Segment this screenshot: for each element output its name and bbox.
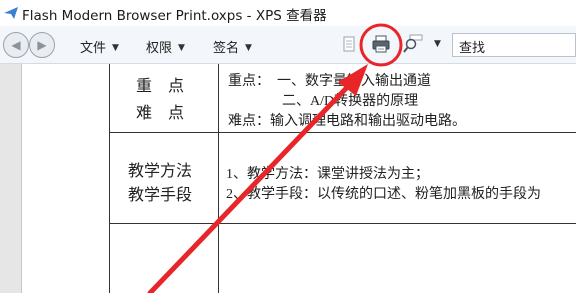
difficult-points-line: 难点：输入调理电路和输出驱动电路。 xyxy=(228,114,466,129)
menu-permissions[interactable]: 权限 ▼ xyxy=(146,37,185,56)
menu-signature-label: 签名 xyxy=(213,41,240,56)
title-bar: Flash Modern Browser Print.oxps - XPS 查看… xyxy=(0,0,576,26)
back-icon: ◀ xyxy=(11,38,21,52)
label-teaching-means: 教学手段 xyxy=(128,187,193,204)
toolbar: ◀ ▶ 文件 ▼ 权限 ▼ 签名 ▼ ▼ 查找 xyxy=(0,26,576,64)
label-difficult-points: 难 点 xyxy=(136,105,185,122)
label-teaching-method: 教学方法 xyxy=(128,163,193,180)
chevron-down-icon: ▼ xyxy=(112,43,119,53)
chevron-down-icon: ▼ xyxy=(178,43,185,53)
label-key-points: 重 点 xyxy=(136,78,185,95)
menu-permissions-label: 权限 xyxy=(146,41,173,56)
menu-file-label: 文件 xyxy=(80,41,107,56)
back-button[interactable]: ◀ xyxy=(3,32,29,58)
zoom-dropdown-icon[interactable]: ▼ xyxy=(434,39,441,49)
teaching-means-line: 2、教学手段：以传统的口述、粉笔加黑板的手段为 xyxy=(226,187,541,202)
menu-file[interactable]: 文件 ▼ xyxy=(80,37,119,56)
print-icon[interactable] xyxy=(371,34,391,54)
key-points-line-1: 重点： 一、数字量输入输出通道 xyxy=(228,74,431,89)
search-input[interactable]: 查找 xyxy=(459,37,485,56)
xps-app-icon xyxy=(4,7,18,19)
zoom-icon[interactable] xyxy=(403,34,423,54)
document-view[interactable]: 重 点 难 点 重点： 一、数字量输入输出通道 二、A/D转换器的原理 难点：输… xyxy=(0,64,576,293)
chevron-down-icon: ▼ xyxy=(245,43,252,53)
window-title: Flash Modern Browser Print.oxps - XPS 查看… xyxy=(22,8,327,24)
teaching-method-line: 1、教学方法：课堂讲授法为主； xyxy=(226,167,429,182)
forward-icon: ▶ xyxy=(37,38,47,52)
page-view-icon[interactable] xyxy=(339,34,359,54)
menu-signature[interactable]: 签名 ▼ xyxy=(213,37,252,56)
search-field[interactable]: 查找 xyxy=(452,33,576,57)
key-points-line-2: 二、A/D转换器的原理 xyxy=(282,94,419,109)
forward-button[interactable]: ▶ xyxy=(29,32,55,58)
